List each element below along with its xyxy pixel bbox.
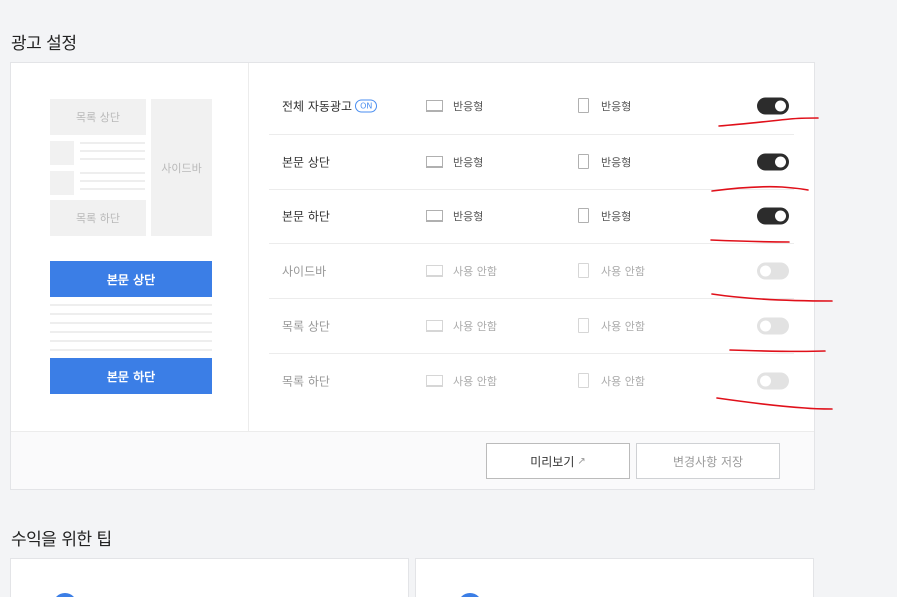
preview-line <box>50 313 212 315</box>
save-changes-button[interactable]: 변경사항 저장 <box>636 443 780 479</box>
body-bottom-toggle[interactable] <box>757 207 789 224</box>
pc-option[interactable]: 사용 안함 <box>426 318 497 334</box>
preview-body-bottom: 본문 하단 <box>50 358 212 394</box>
monitor-icon <box>426 319 443 332</box>
setting-row-body-top: 본문 상단 반응형 반응형 <box>249 134 815 189</box>
setting-row-sidebar: 사이드바 사용 안함 사용 안함 <box>249 243 815 298</box>
list-bottom-toggle[interactable] <box>757 372 789 389</box>
layout-preview: 목록 상단 사이드바 목록 하단 본문 상단 본문 하단 <box>11 63 249 431</box>
auto-ads-toggle[interactable] <box>757 97 789 114</box>
preview-body-top: 본문 상단 <box>50 261 212 297</box>
sidebar-toggle[interactable] <box>757 262 789 279</box>
row-label: 본문 하단 <box>282 209 330 223</box>
tip-card[interactable] <box>10 558 409 597</box>
setting-row-list-top: 목록 상단 사용 안함 사용 안함 <box>249 298 815 353</box>
mobile-option[interactable]: 반응형 <box>578 154 631 170</box>
preview-line <box>80 142 145 144</box>
row-label: 목록 상단 <box>282 319 330 333</box>
smartphone-icon <box>578 373 589 388</box>
row-label: 목록 하단 <box>282 374 330 388</box>
preview-line <box>50 331 212 333</box>
smartphone-icon <box>578 263 589 278</box>
row-label: 본문 상단 <box>282 155 330 169</box>
row-label: 사이드바 <box>282 264 327 278</box>
mobile-option[interactable]: 반응형 <box>578 98 631 114</box>
card-footer: 미리보기 ↗ 변경사항 저장 <box>11 431 814 489</box>
setting-row-list-bottom: 목록 하단 사용 안함 사용 안함 <box>249 353 815 408</box>
pc-option[interactable]: 반응형 <box>426 208 483 224</box>
mobile-option[interactable]: 반응형 <box>578 208 631 224</box>
tip-icon <box>458 593 482 597</box>
pc-option[interactable]: 사용 안함 <box>426 263 497 279</box>
preview-line <box>80 172 145 174</box>
preview-list-top: 목록 상단 <box>50 99 146 135</box>
preview-line <box>50 304 212 306</box>
preview-thumb <box>50 141 74 165</box>
mobile-option[interactable]: 사용 안함 <box>578 263 645 279</box>
setting-row-body-bottom: 본문 하단 반응형 반응형 <box>249 188 815 243</box>
pc-option[interactable]: 반응형 <box>426 154 483 170</box>
preview-button[interactable]: 미리보기 ↗ <box>486 443 630 479</box>
tip-icon <box>53 593 77 597</box>
preview-line <box>50 349 212 351</box>
preview-thumb <box>50 171 74 195</box>
monitor-icon <box>426 264 443 277</box>
list-top-toggle[interactable] <box>757 317 789 334</box>
pc-option[interactable]: 반응형 <box>426 98 483 114</box>
on-badge: ON <box>355 99 378 112</box>
mobile-option[interactable]: 사용 안함 <box>578 318 645 334</box>
row-label: 전체 자동광고 ON <box>282 97 378 114</box>
smartphone-icon <box>578 208 589 223</box>
preview-list-bottom: 목록 하단 <box>50 200 146 236</box>
external-link-icon: ↗ <box>577 455 586 467</box>
preview-line <box>80 180 145 182</box>
mobile-option[interactable]: 사용 안함 <box>578 373 645 389</box>
preview-line <box>50 340 212 342</box>
tips-title: 수익을 위한 팁 <box>11 530 112 550</box>
monitor-icon <box>426 209 443 222</box>
monitor-icon <box>426 374 443 387</box>
setting-row-auto-ads: 전체 자동광고 ON 반응형 반응형 <box>249 78 815 133</box>
ad-settings-card: 목록 상단 사이드바 목록 하단 본문 상단 본문 하단 전체 자동광고 ON … <box>10 62 815 490</box>
preview-sidebar: 사이드바 <box>151 99 212 236</box>
preview-line <box>50 322 212 324</box>
monitor-icon <box>426 155 443 168</box>
body-top-toggle[interactable] <box>757 153 789 170</box>
smartphone-icon <box>578 318 589 333</box>
tip-card[interactable] <box>415 558 814 597</box>
pc-option[interactable]: 사용 안함 <box>426 373 497 389</box>
preview-line <box>80 150 145 152</box>
monitor-icon <box>426 99 443 112</box>
preview-line <box>80 158 145 160</box>
page-title: 광고 설정 <box>11 34 77 54</box>
smartphone-icon <box>578 154 589 169</box>
smartphone-icon <box>578 98 589 113</box>
preview-line <box>80 188 145 190</box>
